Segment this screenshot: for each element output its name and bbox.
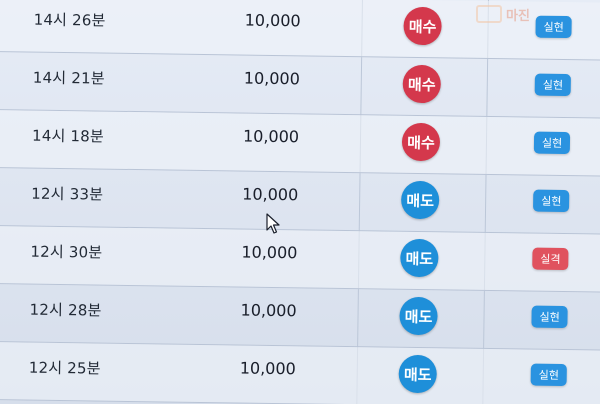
trade-amount: 10,000	[240, 300, 297, 321]
trade-amount: 10,000	[242, 184, 299, 205]
trade-time: 14시 18분	[31, 126, 105, 146]
trade-amount: 10,000	[243, 68, 300, 89]
table-row[interactable]: 12시 30분 10,000 매도 실격	[0, 225, 600, 293]
table-row[interactable]: 14시 21분 10,000 매수 실현	[0, 51, 600, 119]
table-row[interactable]: 12시 25분 10,000 매도 실현	[0, 341, 600, 404]
table-row[interactable]: 12시 28분 10,000 매도 실현	[0, 283, 600, 351]
mouse-pointer-icon	[266, 213, 280, 234]
trade-type-badge: 매수	[403, 6, 442, 46]
trade-type-badge: 매도	[398, 354, 437, 394]
table-row[interactable]: 12시 33분 10,000 매도 실현	[0, 167, 600, 235]
trade-result-badge: 실현	[533, 131, 571, 155]
trade-result-badge: 실현	[530, 363, 568, 387]
screen: 14시 26분 10,000 매수 실현 14시 21분 10,000 매수 실…	[0, 0, 600, 404]
trade-result-badge: 실격	[532, 247, 569, 271]
trade-type-badge: 매도	[399, 296, 438, 336]
logo-watermark: 마진	[476, 2, 586, 26]
trade-time: 12시 25분	[28, 358, 101, 378]
logo-text: 마진	[506, 8, 530, 24]
trade-amount: 10,000	[241, 242, 298, 263]
trade-time: 12시 28분	[29, 300, 102, 320]
trade-result-badge: 실현	[531, 305, 568, 329]
trade-type-badge: 매수	[402, 64, 442, 104]
trade-amount: 10,000	[244, 10, 301, 31]
trade-time: 12시 30분	[30, 242, 103, 262]
trade-amount: 10,000	[242, 126, 300, 147]
trade-history-table: 14시 26분 10,000 매수 실현 14시 21분 10,000 매수 실…	[0, 0, 600, 404]
trade-result-badge: 실현	[533, 189, 570, 213]
trade-result-badge: 실현	[534, 73, 572, 97]
table-row[interactable]: 14시 18분 10,000 매수 실현	[0, 109, 600, 177]
trade-type-badge: 매수	[401, 122, 441, 162]
trade-time: 12시 33분	[31, 184, 104, 204]
trade-time: 14시 26분	[33, 10, 106, 30]
trade-type-badge: 매도	[400, 238, 439, 278]
trade-time: 14시 21분	[32, 68, 105, 88]
logo-icon	[476, 5, 502, 23]
trade-amount: 10,000	[239, 358, 296, 379]
trade-type-badge: 매도	[400, 180, 440, 220]
